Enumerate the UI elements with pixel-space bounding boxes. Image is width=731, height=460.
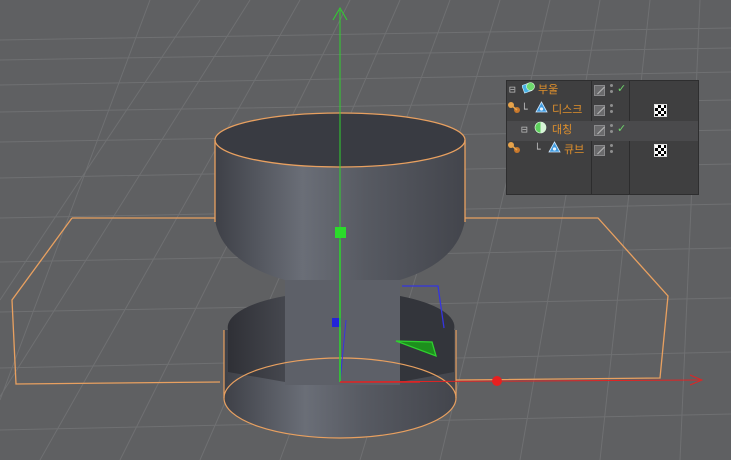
object-row-cube[interactable]: └ 큐브	[507, 141, 698, 161]
enabled-check-icon[interactable]: ✓	[617, 82, 626, 95]
disc-icon	[535, 101, 548, 113]
boole-icon	[522, 82, 535, 94]
phong-tag-icon[interactable]	[507, 141, 523, 155]
object-row-boole[interactable]: ⊟ 부울 ✓	[507, 81, 698, 101]
phong-tag-icon[interactable]	[507, 101, 523, 115]
object-name-cube[interactable]: 큐브	[564, 143, 584, 157]
visibility-toggle[interactable]	[594, 145, 605, 156]
editor-render-dots[interactable]	[610, 124, 614, 136]
visibility-toggle[interactable]	[594, 105, 605, 116]
material-tag-icon[interactable]	[654, 144, 667, 157]
enabled-check-icon[interactable]: ✓	[617, 122, 626, 135]
object-name-disc[interactable]: 디스크	[552, 103, 582, 117]
object-name-boole[interactable]: 부울	[538, 83, 558, 97]
material-tag-icon[interactable]	[654, 104, 667, 117]
tree-branch: └	[534, 143, 541, 156]
y-axis-handle	[335, 227, 346, 238]
object-row-symmetry[interactable]: ⊟ 대칭 ✓	[507, 121, 698, 141]
editor-render-dots[interactable]	[610, 104, 614, 116]
visibility-toggle[interactable]	[594, 85, 605, 96]
editor-render-dots[interactable]	[610, 84, 614, 96]
central-core	[285, 270, 400, 385]
x-axis-handle	[492, 376, 502, 386]
symmetry-icon	[534, 121, 547, 134]
object-row-disc[interactable]: └ 디스크	[507, 101, 698, 121]
cube-icon	[548, 141, 561, 153]
editor-render-dots[interactable]	[610, 144, 614, 156]
viewport-canvas[interactable]	[0, 0, 731, 460]
collapse-toggle[interactable]: ⊟	[521, 123, 528, 136]
object-name-symmetry[interactable]: 대칭	[552, 123, 572, 137]
object-manager: ⊟ 부울 ✓ └ 디스크 ⊟ 대칭 ✓ └ 큐브	[506, 80, 699, 195]
visibility-toggle[interactable]	[594, 125, 605, 136]
lower-cut-face-right	[400, 296, 455, 382]
lower-cut-face-left	[227, 296, 285, 382]
3d-viewport[interactable]: ⊟ 부울 ✓ └ 디스크 ⊟ 대칭 ✓ └ 큐브	[0, 0, 731, 460]
collapse-toggle[interactable]: ⊟	[509, 83, 516, 96]
